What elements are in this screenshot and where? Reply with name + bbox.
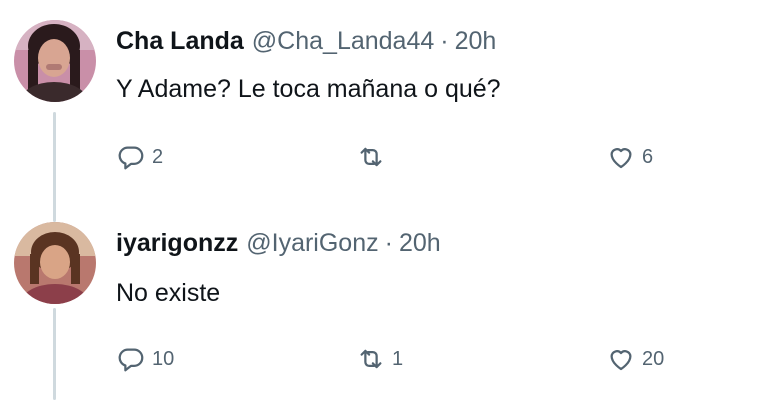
- tweet-text: Y Adame? Le toca mañana o qué?: [116, 75, 501, 103]
- reply-icon: [118, 348, 144, 372]
- display-name[interactable]: iyarigonzz: [116, 229, 238, 257]
- heart-icon: [610, 148, 632, 169]
- tweet[interactable]: Cha Landa @Cha_Landa44 · 20h Y Adame? Le to…: [0, 0, 768, 222]
- separator-dot: ·: [384, 229, 393, 257]
- user-handle[interactable]: @Cha_Landa44: [252, 27, 434, 55]
- like-button[interactable]: 20: [606, 342, 664, 376]
- tweet-actions: 2 6: [116, 140, 716, 174]
- reply-count: 10: [152, 347, 175, 370]
- timestamp[interactable]: 20h: [399, 229, 441, 257]
- reply-button[interactable]: 2: [116, 140, 163, 174]
- like-button[interactable]: 6: [606, 140, 653, 174]
- reply-count: 2: [152, 145, 164, 168]
- reply-button[interactable]: 10: [116, 342, 174, 376]
- display-name[interactable]: Cha Landa: [116, 27, 244, 55]
- user-handle[interactable]: @IyariGonz: [246, 229, 378, 257]
- avatar-image: [14, 20, 96, 102]
- tweet-header: iyarigonzz @IyariGonz · 20h: [116, 228, 441, 258]
- avatar-image: [14, 222, 96, 304]
- reply-icon: [118, 146, 144, 170]
- tweet-text: No existe: [116, 279, 221, 307]
- like-count: 20: [642, 347, 665, 370]
- tweet[interactable]: iyarigonzz @IyariGonz · 20h No existe 10 1 …: [0, 200, 768, 400]
- avatar[interactable]: [14, 20, 96, 102]
- retweet-icon: [360, 147, 382, 167]
- tweet-actions: 10 1 20: [116, 342, 716, 376]
- retweet-icon: [360, 349, 382, 369]
- timestamp[interactable]: 20h: [455, 27, 497, 55]
- thread-line: [53, 308, 56, 400]
- tweet-header: Cha Landa @Cha_Landa44 · 20h: [116, 26, 496, 56]
- separator-dot: ·: [440, 27, 449, 55]
- retweet-count: 1: [392, 347, 404, 370]
- retweet-button[interactable]: 1: [356, 342, 403, 376]
- retweet-button[interactable]: [356, 140, 392, 174]
- avatar[interactable]: [14, 222, 96, 304]
- heart-icon: [610, 350, 632, 371]
- like-count: 6: [642, 145, 654, 168]
